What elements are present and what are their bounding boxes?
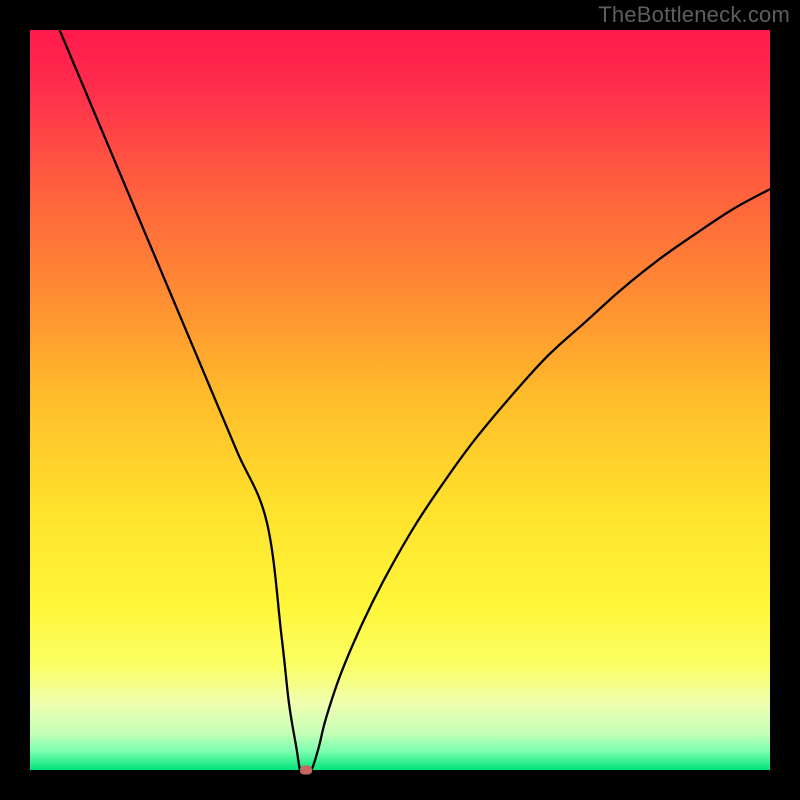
marker-dot	[300, 766, 312, 775]
gradient-background	[30, 30, 770, 770]
watermark-text: TheBottleneck.com	[598, 2, 790, 28]
chart-frame: TheBottleneck.com	[0, 0, 800, 800]
plot-svg	[30, 30, 770, 770]
plot-area	[30, 30, 770, 770]
